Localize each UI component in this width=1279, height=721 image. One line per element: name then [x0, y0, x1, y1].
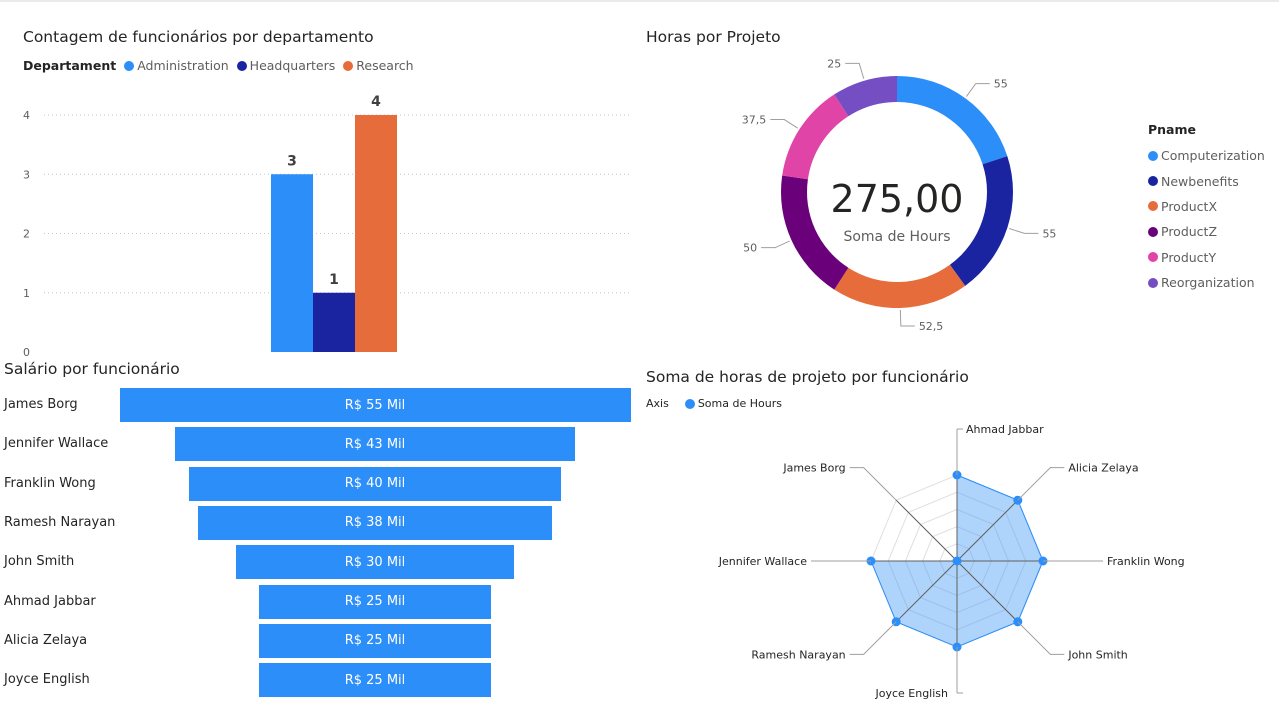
radar-label-leader	[849, 621, 897, 655]
radar-axis-label: James Borg	[782, 462, 845, 475]
radar-axis-label: Ramesh Narayan	[751, 648, 845, 661]
radar-point	[952, 556, 962, 566]
radar-axis-label: Franklin Wong	[1107, 555, 1185, 568]
radar-label-leader	[1017, 467, 1065, 501]
radar-axis-label: Ahmad Jabbar	[966, 423, 1044, 436]
radar-label-leader	[849, 467, 897, 501]
radar-axis-label: Joyce English	[874, 687, 948, 700]
radar-label-leader	[1017, 621, 1065, 655]
employee-hours-radar: Ahmad Jabbar Alicia Zelaya Franklin Wong Jo…	[718, 423, 1185, 700]
radar-axis-label: John Smith	[1067, 648, 1127, 661]
radar-axis-label: Alicia Zelaya	[1068, 462, 1138, 475]
radar-axis-label: Jennifer Wallace	[718, 555, 807, 568]
